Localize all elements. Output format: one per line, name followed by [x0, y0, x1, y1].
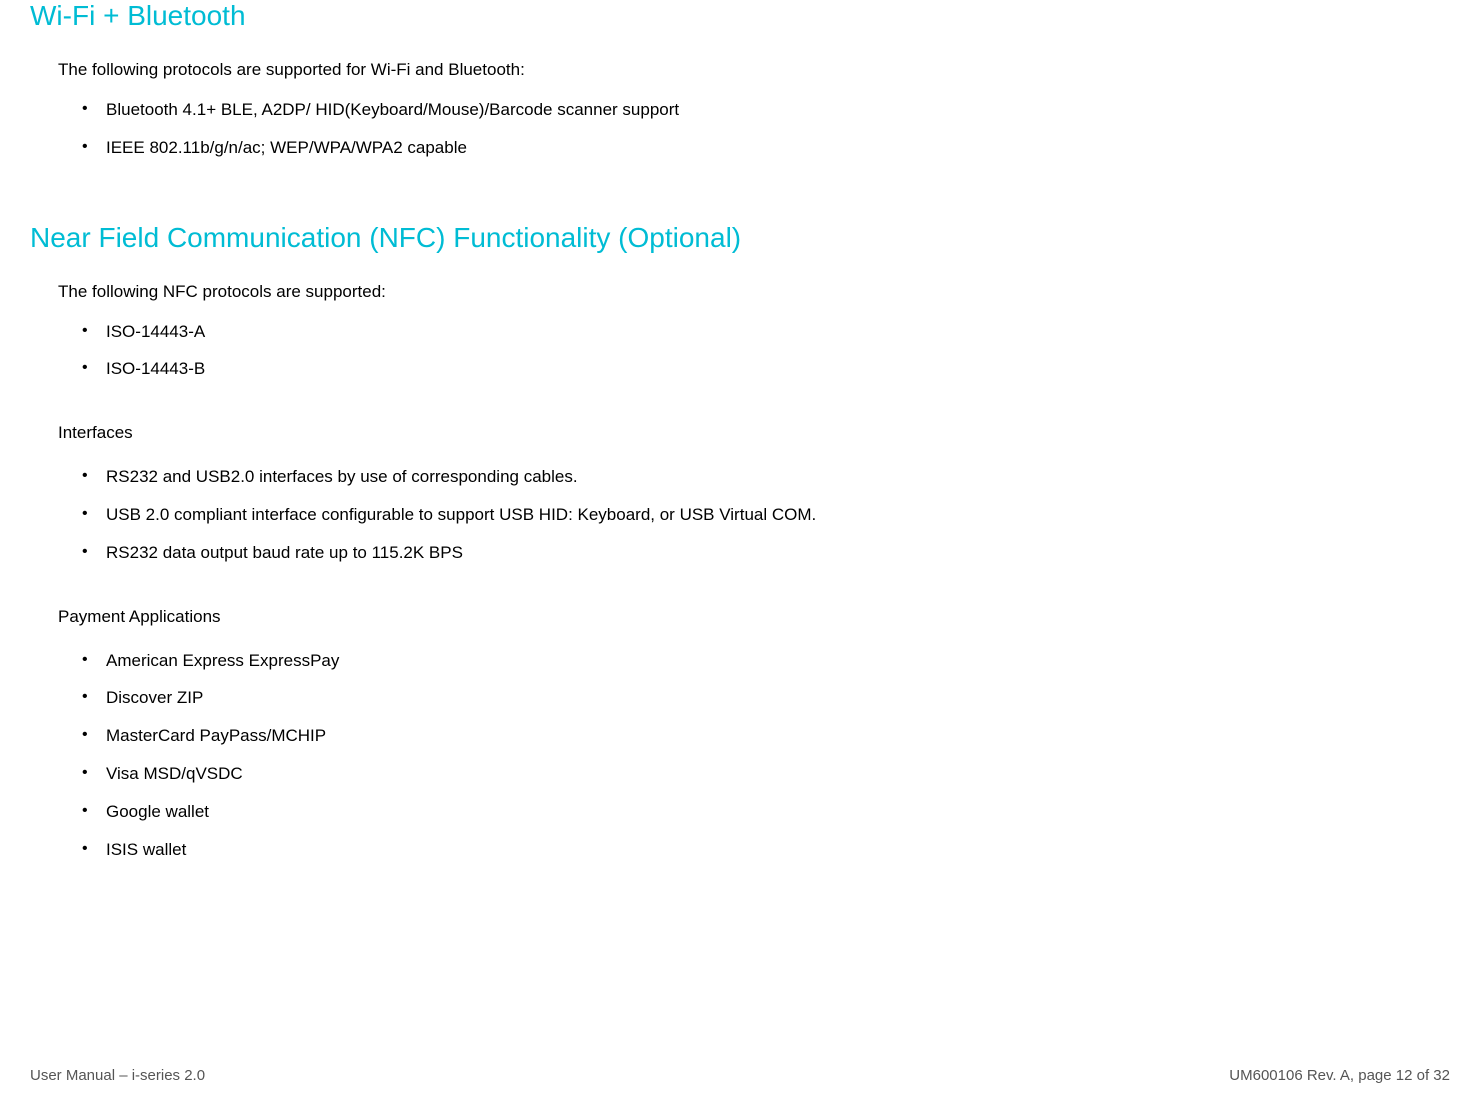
list-item: RS232 data output baud rate up to 115.2K… [106, 541, 1450, 565]
list-item: MasterCard PayPass/MCHIP [106, 724, 1450, 748]
list-item: ISO-14443-A [106, 320, 1450, 344]
list-item: Discover ZIP [106, 686, 1450, 710]
list-interfaces: RS232 and USB2.0 interfaces by use of co… [58, 465, 1450, 564]
list-item: American Express ExpressPay [106, 649, 1450, 673]
list-item: Google wallet [106, 800, 1450, 824]
list-item: RS232 and USB2.0 interfaces by use of co… [106, 465, 1450, 489]
intro-wifi-bluetooth: The following protocols are supported fo… [58, 60, 1450, 80]
subheading-payment-apps: Payment Applications [58, 607, 1450, 627]
heading-nfc: Near Field Communication (NFC) Functiona… [30, 222, 1450, 254]
list-item: Visa MSD/qVSDC [106, 762, 1450, 786]
footer: User Manual – i-series 2.0 UM600106 Rev.… [30, 1067, 1450, 1084]
footer-left: User Manual – i-series 2.0 [30, 1067, 205, 1084]
list-item: IEEE 802.11b/g/n/ac; WEP/WPA/WPA2 capabl… [106, 136, 1450, 160]
list-item: ISIS wallet [106, 838, 1450, 862]
list-nfc-protocols: ISO-14443-A ISO-14443-B [58, 320, 1450, 382]
list-payment-apps: American Express ExpressPay Discover ZIP… [58, 649, 1450, 862]
list-item: ISO-14443-B [106, 357, 1450, 381]
subheading-interfaces: Interfaces [58, 423, 1450, 443]
intro-nfc: The following NFC protocols are supporte… [58, 282, 1450, 302]
list-item: USB 2.0 compliant interface configurable… [106, 503, 1450, 527]
list-wifi-bluetooth: Bluetooth 4.1+ BLE, A2DP/ HID(Keyboard/M… [58, 98, 1450, 160]
list-item: Bluetooth 4.1+ BLE, A2DP/ HID(Keyboard/M… [106, 98, 1450, 122]
footer-right: UM600106 Rev. A, page 12 of 32 [1229, 1067, 1450, 1084]
heading-wifi-bluetooth: Wi-Fi + Bluetooth [30, 0, 1450, 32]
